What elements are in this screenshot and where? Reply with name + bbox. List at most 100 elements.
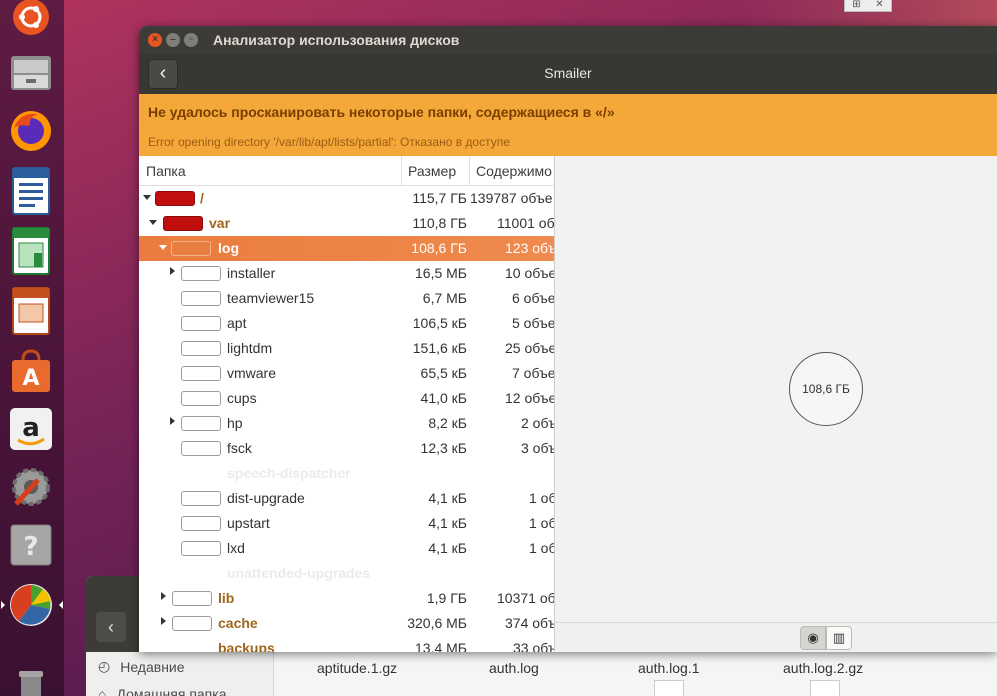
svg-text:?: ? — [23, 532, 38, 562]
column-header-size[interactable]: Размер — [408, 163, 456, 179]
usage-bar — [181, 416, 221, 431]
tree-row[interactable]: lxd 4,1 кБ 1 об — [139, 536, 554, 561]
expander-open-icon[interactable] — [143, 195, 151, 200]
tree-row[interactable]: cups 41,0 кБ 12 объе — [139, 386, 555, 411]
launcher-item-writer[interactable] — [6, 166, 56, 216]
folder-size: 106,5 кБ — [412, 315, 467, 331]
usage-bar — [181, 516, 221, 531]
sidebar-item-home[interactable]: ⌂ Домашняя папка — [98, 686, 227, 696]
launcher-item-calc[interactable] — [6, 226, 56, 276]
software-center-icon: A — [12, 349, 50, 392]
tree-row[interactable]: teamviewer15 6,7 МБ 6 объе — [139, 286, 555, 311]
tree-row[interactable]: fsck 12,3 кБ 3 объ — [139, 436, 554, 461]
folder-name: lib — [218, 590, 235, 606]
column-header-contents[interactable]: Содержимо — [476, 163, 552, 179]
tree-row[interactable]: cache 320,6 МБ 374 объ — [139, 611, 554, 636]
folder-name: vmware — [227, 365, 277, 381]
error-infobar: Не удалось просканировать некоторые папк… — [139, 94, 997, 156]
launcher-item-amazon[interactable]: a — [6, 404, 56, 454]
tree-row[interactable]: var 110,8 ГБ 11001 объ — [139, 211, 554, 236]
tree-row[interactable]: installer 16,5 МБ 10 объе — [139, 261, 555, 286]
folder-contents: 1 об — [529, 515, 555, 531]
folder-name: log — [218, 240, 239, 256]
sidebar-item-recent[interactable]: ◴ Недавние — [98, 658, 185, 675]
folder-contents: 33 объ — [513, 640, 555, 652]
impress-icon — [12, 287, 50, 335]
desktop-mini-widget[interactable]: ⊞ ✕ — [844, 0, 892, 12]
folder-name: lightdm — [227, 340, 273, 356]
launcher-item-settings[interactable] — [6, 462, 56, 512]
tree-row[interactable]: apt 106,5 кБ 5 объе — [139, 311, 554, 336]
launcher-item-ubuntu[interactable] — [6, 0, 56, 42]
chart-center-ring[interactable]: 108,6 ГБ — [789, 352, 863, 426]
column-header-folder[interactable]: Папка — [146, 163, 186, 179]
expander-closed-icon[interactable] — [170, 417, 175, 425]
file-manager-back-button[interactable]: ‹ — [96, 612, 126, 642]
expander-open-icon[interactable] — [159, 245, 167, 250]
home-icon: ⌂ — [98, 686, 107, 696]
folder-name: cups — [227, 390, 257, 406]
trash-icon — [19, 671, 43, 696]
rings-chart-icon: ◉ — [807, 630, 819, 645]
rings-chart-button[interactable]: ◉ — [800, 626, 826, 650]
file-label[interactable]: auth.log — [489, 660, 539, 676]
tree-row[interactable]: dist-upgrade 4,1 кБ 1 об — [139, 486, 554, 511]
tree-row[interactable]: backups 13,4 МБ 33 объ — [139, 636, 555, 652]
rings-chart-area[interactable]: 108,6 ГБ ◉ ▥ — [555, 156, 997, 652]
tree-row-inaccessible[interactable]: unattended-upgrades — [139, 561, 554, 586]
svg-text:a: a — [22, 413, 40, 443]
treemap-chart-button[interactable]: ▥ — [826, 626, 852, 650]
launcher-item-firefox[interactable] — [6, 106, 56, 156]
file-label[interactable]: aptitude.1.gz — [317, 660, 397, 676]
tree-row[interactable]: hp 8,2 кБ 2 объ — [139, 411, 555, 436]
tree-row-inaccessible[interactable]: speech-dispatcher — [139, 461, 554, 486]
column-separator[interactable] — [401, 156, 402, 186]
window-titlebar[interactable]: × – ▫ Анализатор использования дисков — [139, 26, 997, 54]
file-icon — [810, 680, 840, 696]
usage-bar — [163, 216, 203, 231]
folder-contents: 12 объе — [505, 390, 555, 406]
expander-closed-icon[interactable] — [161, 617, 166, 625]
launcher-item-help[interactable]: ? — [6, 520, 56, 570]
file-label[interactable]: auth.log.1 — [638, 660, 700, 676]
window-minimize-button[interactable]: – — [166, 33, 180, 47]
header-title: Smailer — [544, 65, 592, 81]
launcher-item-impress[interactable] — [6, 286, 56, 336]
help-icon: ? — [10, 524, 52, 566]
tree-row-selected[interactable]: log 108,6 ГБ 123 объ — [139, 236, 554, 261]
expander-closed-icon[interactable] — [170, 267, 175, 275]
folder-contents: 2 объ — [521, 415, 555, 431]
folder-contents: 10 объе — [505, 265, 555, 281]
headerbar: ‹ Smailer — [139, 54, 997, 94]
folder-tree[interactable]: Папка Размер Содержимо / 115,7 ГБ 139787… — [139, 156, 555, 652]
folder-size: 6,7 МБ — [422, 290, 467, 306]
system-settings-icon — [12, 468, 50, 506]
folder-size: 4,1 кБ — [428, 515, 467, 531]
usage-bar — [181, 366, 221, 381]
launcher-item-software[interactable]: A — [6, 346, 56, 396]
tree-row[interactable]: vmware 65,5 кБ 7 объе — [139, 361, 554, 386]
files-icon — [11, 56, 51, 90]
folder-size: 108,6 ГБ — [411, 240, 467, 256]
launcher-item-files[interactable] — [6, 48, 56, 98]
folder-contents: 6 объе — [512, 290, 555, 306]
folder-contents: 10371 об — [497, 590, 555, 606]
tree-row[interactable]: / 115,7 ГБ 139787 объе — [139, 186, 554, 211]
usage-bar — [181, 266, 221, 281]
treemap-chart-icon: ▥ — [832, 630, 846, 645]
chart-toolbar: ◉ ▥ — [555, 622, 997, 652]
file-icon — [654, 680, 684, 696]
launcher-item-trash[interactable] — [6, 662, 56, 696]
window-maximize-button[interactable]: ▫ — [184, 33, 198, 47]
window-close-button[interactable]: × — [148, 33, 162, 47]
column-separator[interactable] — [469, 156, 470, 186]
expander-closed-icon[interactable] — [161, 592, 166, 600]
folder-contents: 139787 объе — [470, 190, 553, 206]
grid-icon: ⊞ — [852, 0, 861, 10]
file-label[interactable]: auth.log.2.gz — [783, 660, 863, 676]
launcher-item-disk-analyzer[interactable] — [1, 580, 63, 630]
tree-row[interactable]: lib 1,9 ГБ 10371 об — [139, 586, 555, 611]
tree-row[interactable]: lightdm 151,6 кБ 25 объе — [139, 336, 554, 361]
tree-row[interactable]: upstart 4,1 кБ 1 об — [139, 511, 555, 536]
expander-open-icon[interactable] — [149, 220, 157, 225]
